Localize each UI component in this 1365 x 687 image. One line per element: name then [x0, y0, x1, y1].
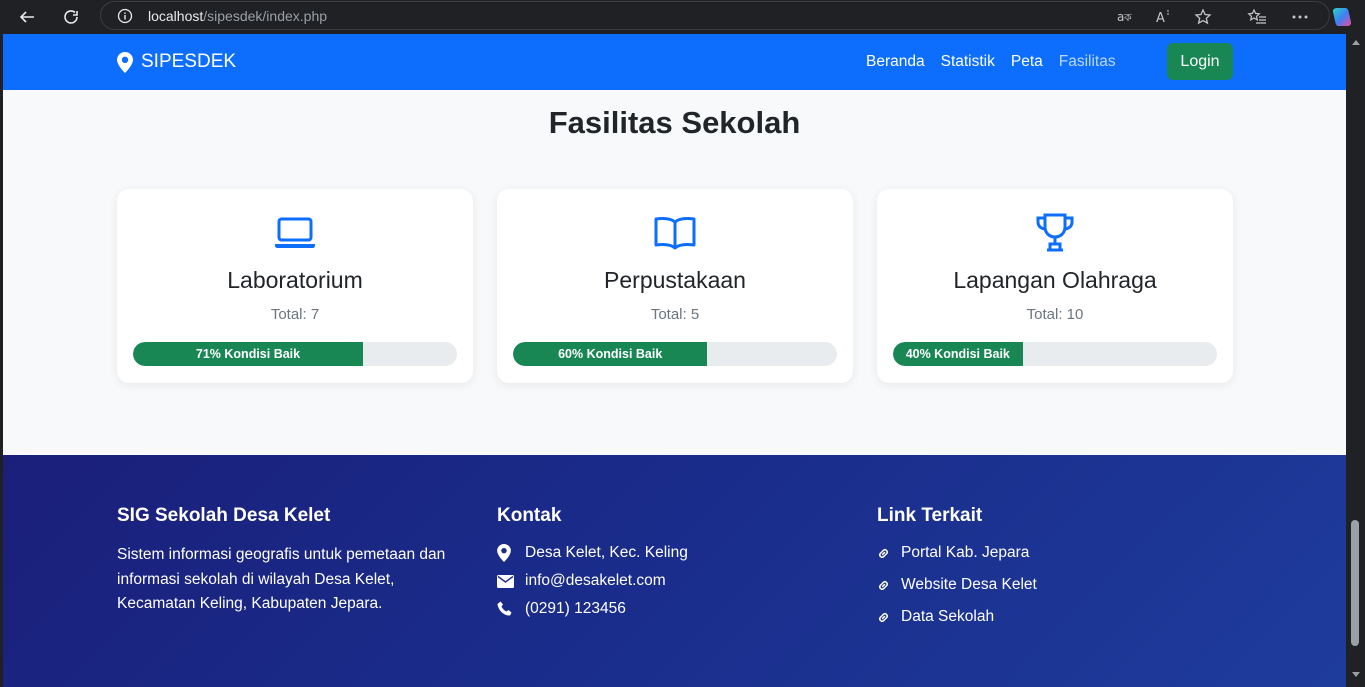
facility-total: Total: 7 — [270, 306, 320, 323]
envelope-icon — [497, 574, 514, 588]
link-icon — [879, 612, 888, 622]
facility-total: Total: 5 — [650, 306, 700, 323]
progress-bar: 40% Kondisi Baik — [893, 342, 1023, 366]
url-host: localhost — [148, 8, 204, 24]
browser-toolbar: localhost/sipesdek/index.php aক A — [0, 0, 1365, 34]
phone-icon — [497, 601, 512, 616]
scroll-up-arrow[interactable] — [1352, 40, 1360, 45]
back-icon[interactable] — [14, 4, 40, 30]
favorites-list-icon[interactable] — [1244, 4, 1270, 30]
footer-contact-title: Kontak — [497, 505, 562, 526]
copilot-icon[interactable] — [1329, 4, 1355, 30]
progress-bar: 60% Kondisi Baik — [513, 342, 708, 366]
facility-title: Laboratorium — [227, 267, 363, 293]
footer-link-item[interactable]: Data Sekolah — [877, 608, 994, 626]
map-pin-icon — [117, 51, 133, 73]
contact-email: info@desakelet.com — [497, 572, 666, 590]
more-menu-icon[interactable] — [1287, 4, 1313, 30]
map-pin-icon — [497, 544, 511, 562]
site-info-icon[interactable] — [117, 8, 133, 29]
condition-progress: 60% Kondisi Baik — [513, 342, 837, 366]
contact-address: Desa Kelet, Kec. Keling — [497, 544, 688, 562]
navbar-brand[interactable]: SIPESDEK — [117, 51, 236, 73]
read-aloud-icon[interactable]: A — [1150, 4, 1176, 30]
facility-card-lapangan-olahraga: Lapangan Olahraga Total: 10 40% Kondisi … — [877, 189, 1233, 383]
translate-icon[interactable]: aক — [1112, 4, 1138, 30]
contact-phone-text: (0291) 123456 — [525, 600, 626, 617]
progress-bar: 71% Kondisi Baik — [133, 342, 364, 366]
page-scrollbar[interactable] — [1346, 34, 1365, 687]
address-bar[interactable]: localhost/sipesdek/index.php — [100, 1, 1330, 30]
laptop-icon — [275, 217, 315, 248]
footer-about-text: Sistem informasi geografis untuk pemetaa… — [117, 546, 446, 612]
nav-link-peta[interactable]: Peta — [1011, 53, 1043, 71]
footer: SIG Sekolah Desa Kelet Sistem informasi … — [3, 455, 1346, 687]
facility-title: Perpustakaan — [604, 267, 746, 293]
nav-link-statistik[interactable]: Statistik — [941, 53, 995, 71]
navbar: SIPESDEK Beranda Statistik Peta Fasilita… — [3, 34, 1346, 90]
link-icon — [879, 548, 888, 558]
condition-progress: 71% Kondisi Baik — [133, 342, 457, 366]
nav-link-beranda[interactable]: Beranda — [866, 53, 925, 71]
link-icon — [879, 580, 888, 590]
page-viewport: SIPESDEK Beranda Statistik Peta Fasilita… — [3, 34, 1346, 687]
svg-text:A: A — [1156, 11, 1165, 26]
footer-about-title: SIG Sekolah Desa Kelet — [117, 505, 331, 526]
svg-text:ক: ক — [1123, 11, 1132, 24]
scroll-down-arrow[interactable] — [1352, 672, 1360, 677]
facility-total: Total: 10 — [1026, 306, 1084, 323]
footer-link-item[interactable]: Website Desa Kelet — [877, 576, 1037, 594]
footer-link-label[interactable]: Website Desa Kelet — [901, 576, 1037, 594]
url-path: /sipesdek/index.php — [203, 8, 328, 24]
nav-link-fasilitas[interactable]: Fasilitas — [1059, 53, 1116, 71]
scroll-thumb[interactable] — [1351, 520, 1359, 646]
condition-progress: 40% Kondisi Baik — [893, 342, 1217, 366]
facility-title: Lapangan Olahraga — [953, 267, 1157, 293]
footer-link-label[interactable]: Portal Kab. Jepara — [901, 544, 1029, 562]
brand-label: SIPESDEK — [141, 51, 237, 72]
footer-link-label[interactable]: Data Sekolah — [901, 608, 994, 626]
favorite-star-icon[interactable] — [1190, 4, 1216, 30]
footer-links-title: Link Terkait — [877, 505, 983, 526]
contact-email-text: info@desakelet.com — [525, 572, 666, 589]
section-title: Fasilitas Sekolah — [548, 105, 801, 140]
facility-card-perpustakaan: Perpustakaan Total: 5 60% Kondisi Baik — [497, 189, 853, 383]
footer-link-item[interactable]: Portal Kab. Jepara — [877, 544, 1029, 562]
trophy-icon — [1036, 213, 1074, 252]
login-button[interactable]: Login — [1167, 43, 1233, 80]
contact-phone: (0291) 123456 — [497, 600, 626, 618]
reload-icon[interactable] — [58, 4, 84, 30]
book-icon — [654, 217, 696, 250]
contact-address-text: Desa Kelet, Kec. Keling — [525, 544, 688, 561]
url-text: localhost/sipesdek/index.php — [148, 8, 327, 24]
facility-card-laboratorium: Laboratorium Total: 7 71% Kondisi Baik — [117, 189, 473, 383]
nav-links: Beranda Statistik Peta Fasilitas — [866, 53, 1132, 71]
